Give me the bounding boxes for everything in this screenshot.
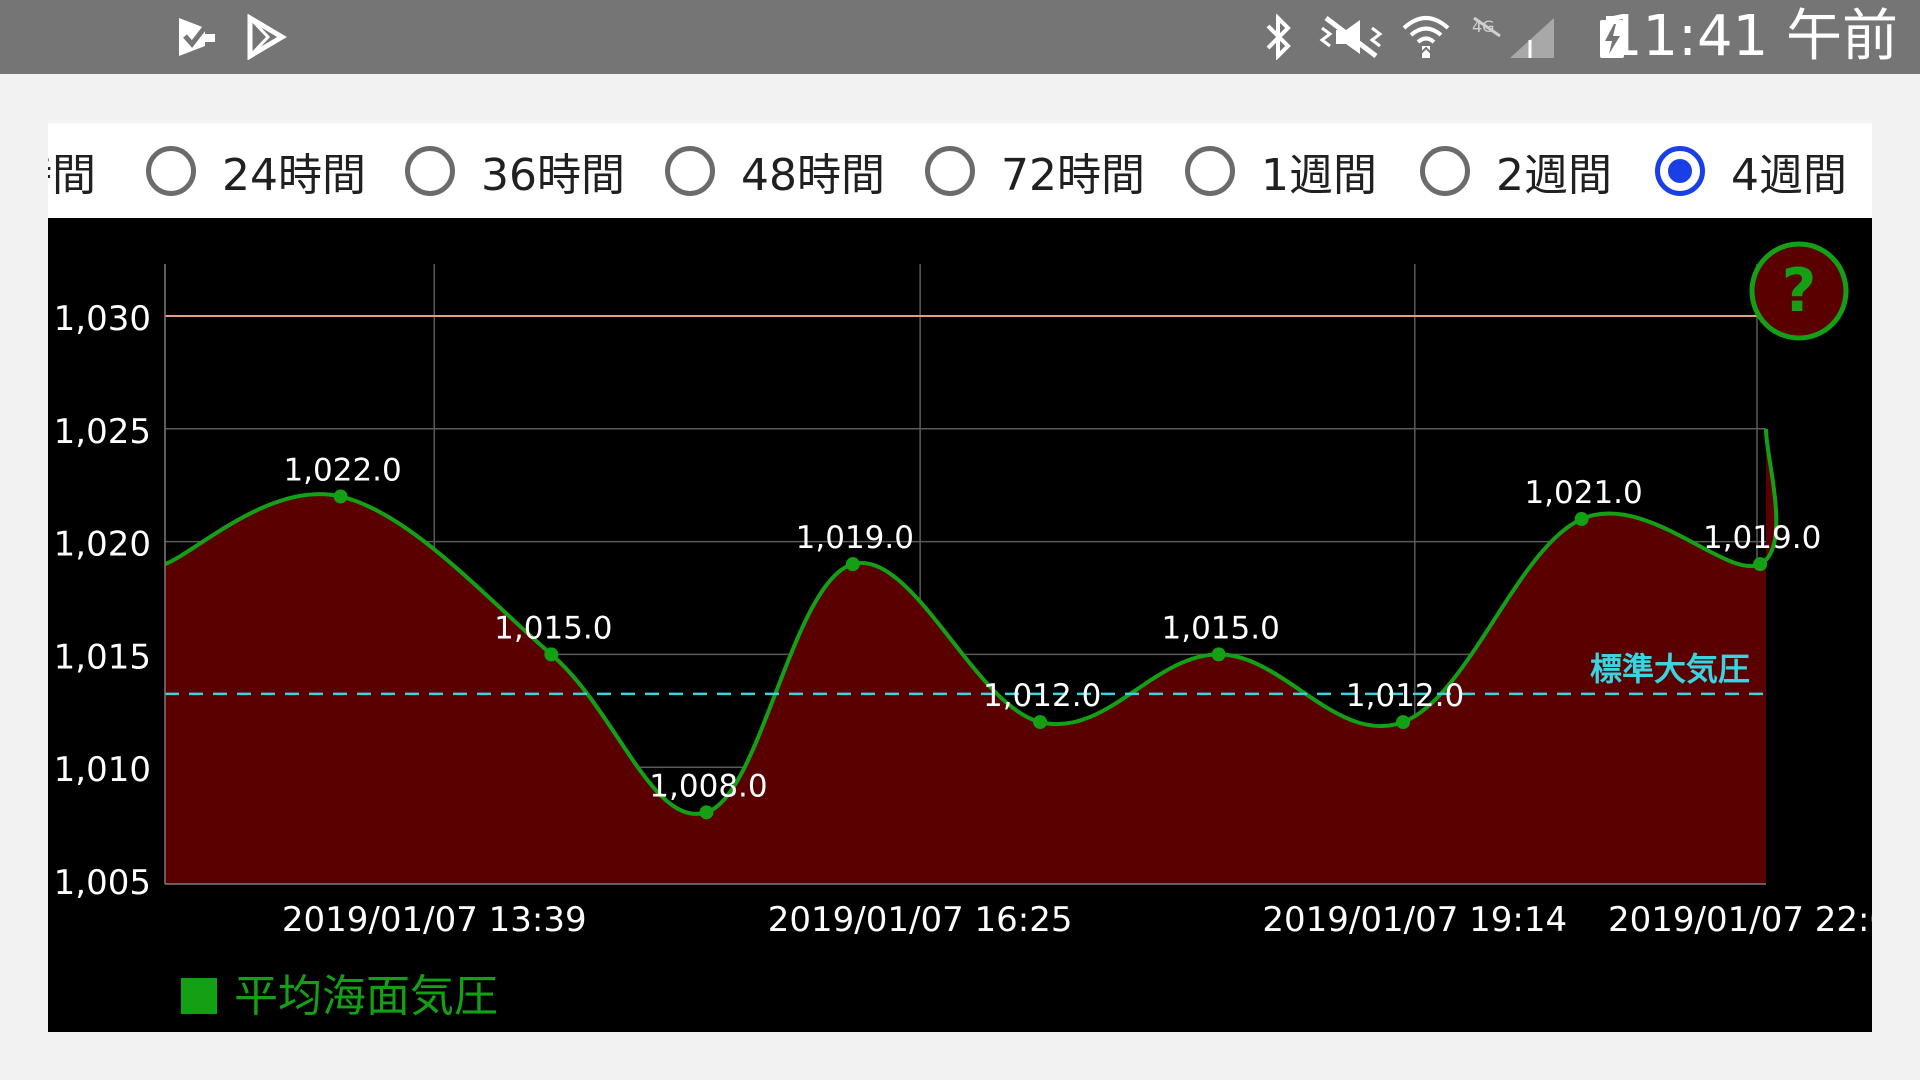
- radio-button[interactable]: [405, 145, 455, 196]
- data-label: 1,021.0: [1524, 475, 1642, 511]
- data-point: [699, 805, 714, 820]
- range-option-4w[interactable]: 4週間: [1655, 123, 1847, 218]
- help-button-label[interactable]: ?: [1782, 256, 1817, 326]
- pressure-chart-panel: 標準大気圧 1,022.0 1,015.0 1,008.0 1,019.0 1,012.…: [48, 218, 1891, 1032]
- radio-button[interactable]: [1420, 145, 1470, 196]
- y-tick-label: 1,020: [54, 525, 151, 565]
- data-point: [1033, 715, 1048, 730]
- range-option-label: 時間: [48, 149, 96, 201]
- data-point: [333, 489, 348, 504]
- no-signal-icon: 4G: [1472, 16, 1554, 58]
- vibrate-mute-icon: [1319, 16, 1383, 58]
- standard-pressure-label: 標準大気圧: [1590, 650, 1750, 688]
- range-option-label: 72時間: [1001, 149, 1145, 201]
- pressure-chart: 標準大気圧 1,022.0 1,015.0 1,008.0 1,019.0 1,012.…: [54, 241, 1891, 1022]
- status-bar: 4G 11:41 午前: [0, 0, 1920, 74]
- range-option-24h[interactable]: 24時間: [146, 123, 366, 218]
- range-option-48h[interactable]: 48時間: [665, 123, 885, 218]
- data-point: [1753, 557, 1768, 572]
- notification-check-icon: [179, 18, 215, 56]
- data-label: 1,019.0: [796, 520, 914, 556]
- radio-button[interactable]: [1185, 145, 1235, 196]
- radio-button[interactable]: [925, 145, 975, 196]
- legend-swatch: [181, 978, 217, 1014]
- play-store-icon: [247, 14, 287, 60]
- range-option-label: 36時間: [481, 149, 625, 201]
- x-tick-label: 2019/01/07 13:39: [282, 900, 587, 940]
- data-label: 1,022.0: [283, 452, 401, 488]
- data-point: [544, 647, 559, 662]
- data-label: 1,008.0: [649, 768, 767, 804]
- y-tick-label: 1,015: [54, 637, 151, 677]
- data-point: [1211, 647, 1226, 662]
- range-option-label: 2週間: [1496, 149, 1612, 201]
- chart-legend: 平均海面気圧: [181, 971, 498, 1022]
- y-tick-label: 1,025: [54, 412, 151, 452]
- range-option-label: 24時間: [222, 149, 366, 201]
- range-option-36h[interactable]: 36時間: [405, 123, 625, 218]
- y-tick-label: 1,010: [54, 750, 151, 790]
- range-option-label: 4週間: [1731, 149, 1847, 201]
- data-point: [845, 557, 860, 572]
- data-label: 1,012.0: [1346, 678, 1464, 714]
- radio-button-selected[interactable]: [1655, 145, 1705, 196]
- range-option-72h[interactable]: 72時間: [925, 123, 1145, 218]
- data-label: 1,015.0: [494, 610, 612, 646]
- wifi-icon: [1402, 16, 1450, 58]
- data-point: [1574, 512, 1589, 527]
- bluetooth-icon: [1266, 14, 1291, 60]
- range-option-label: 1週間: [1261, 149, 1377, 201]
- data-point: [1396, 715, 1411, 730]
- x-tick-label: 2019/01/07 16:25: [768, 900, 1073, 940]
- y-tick-label: 1,030: [54, 299, 151, 339]
- status-time: 11:41 午前: [1606, 4, 1898, 69]
- x-tick-label: 2019/01/07 19:14: [1262, 900, 1567, 940]
- range-option-1w[interactable]: 1週間: [1185, 123, 1377, 218]
- time-range-selector: 時間 24時間 36時間 48時間 72時間 1週間 2週間 4週間: [48, 123, 1872, 218]
- legend-label: 平均海面気圧: [234, 971, 498, 1022]
- range-option-2w[interactable]: 2週間: [1420, 123, 1612, 218]
- data-label: 1,015.0: [1162, 610, 1280, 646]
- radio-button[interactable]: [665, 145, 715, 196]
- data-label: 1,019.0: [1703, 520, 1821, 556]
- help-button[interactable]: ?: [1749, 241, 1849, 341]
- range-option-label: 48時間: [741, 149, 885, 201]
- x-tick-label: 2019/01/07 22:0: [1608, 900, 1872, 940]
- y-tick-label: 1,005: [54, 863, 151, 903]
- data-label: 1,012.0: [983, 678, 1101, 714]
- radio-button[interactable]: [146, 145, 196, 196]
- range-option-partial[interactable]: 時間: [48, 123, 96, 218]
